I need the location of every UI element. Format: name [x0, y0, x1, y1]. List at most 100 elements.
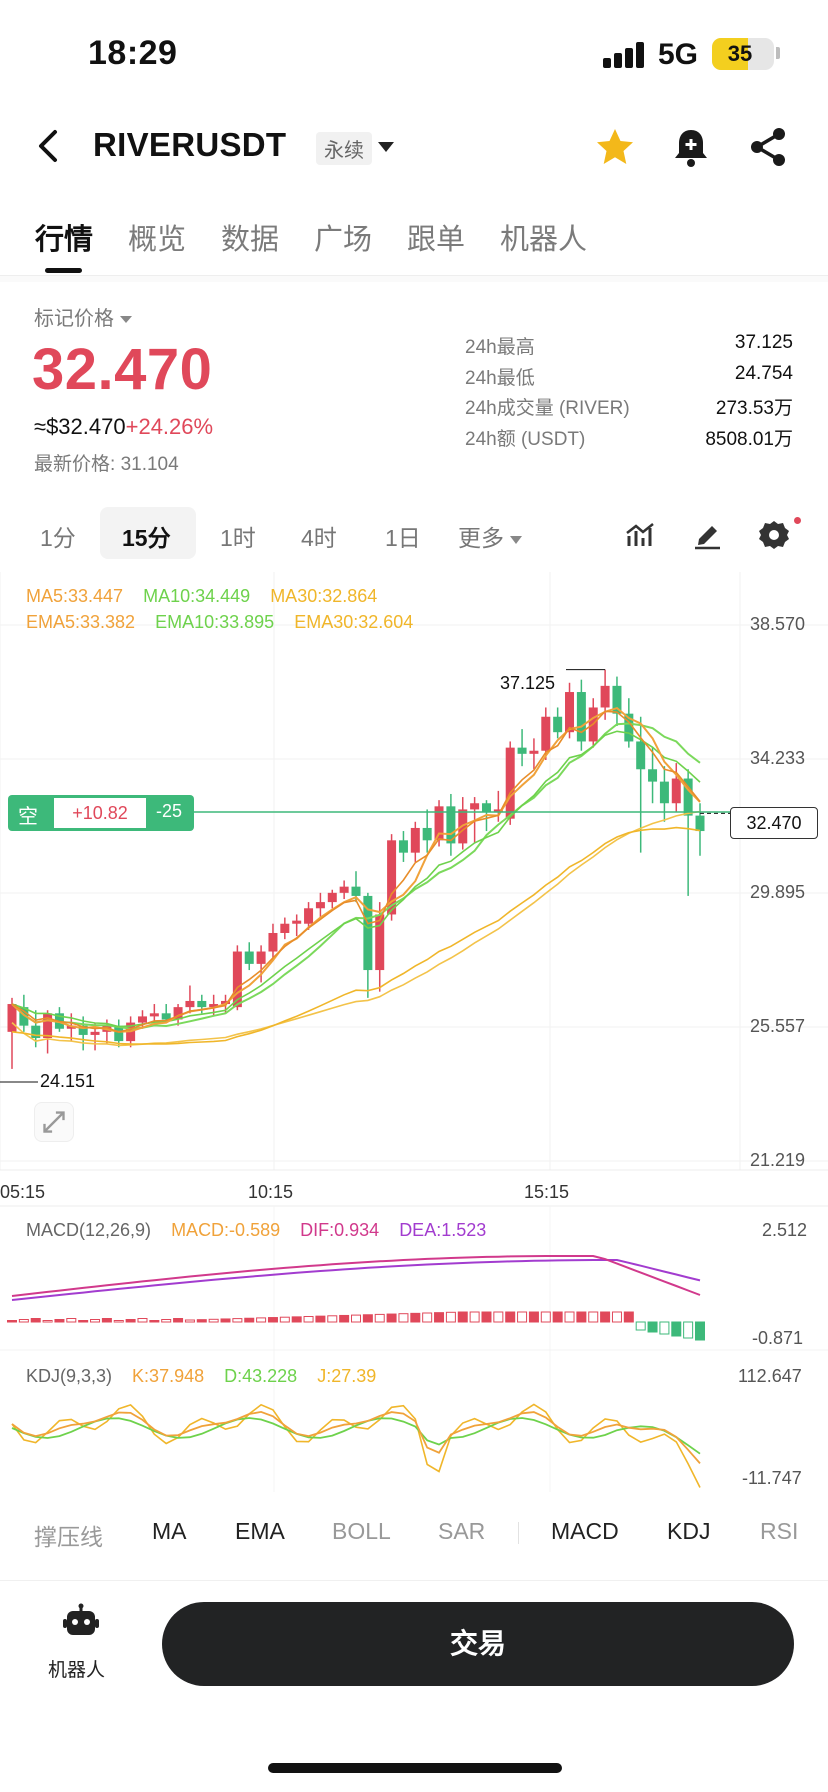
price-axis-label: 34.233 [750, 748, 806, 768]
candle-body [695, 815, 705, 832]
more-caret-icon [510, 535, 522, 544]
candle-body [600, 685, 610, 708]
tab-data[interactable]: 数据 [221, 216, 279, 258]
macd-bar [220, 1318, 231, 1323]
position-tag[interactable]: 空 +10.82 -25 [8, 795, 194, 831]
stat-label: 24h最高 [465, 337, 535, 358]
candle-body [565, 692, 575, 733]
symbol-dropdown-icon[interactable] [378, 142, 394, 152]
signal-icon [603, 42, 645, 68]
macd-bar [374, 1313, 385, 1323]
interval-1h[interactable]: 1时 [220, 519, 256, 553]
position-pnl: +10.82 [54, 798, 146, 828]
time-axis-label: 10:15 [248, 1182, 294, 1202]
mark-price-selector[interactable]: 标记价格 [34, 302, 132, 331]
expand-icon[interactable] [34, 1102, 74, 1142]
candle-body [398, 840, 408, 853]
favorite-star-icon[interactable] [594, 126, 636, 168]
macd-bar [256, 1317, 267, 1323]
macd-bar [398, 1313, 409, 1323]
indicator-boll[interactable]: BOLL [332, 1518, 391, 1545]
interval-more[interactable]: 更多 [458, 519, 522, 553]
macd-bar [101, 1318, 112, 1323]
tab-copy-trading[interactable]: 跟单 [407, 216, 465, 258]
indicator-sar[interactable]: SAR [438, 1518, 485, 1545]
tab-square[interactable]: 广场 [314, 216, 372, 258]
indicator-ema[interactable]: EMA [235, 1518, 285, 1545]
candle-body [327, 892, 337, 903]
candle-body [339, 886, 349, 893]
tab-bots[interactable]: 机器人 [500, 216, 587, 258]
macd-title: MACD(12,26,9) [26, 1220, 152, 1240]
macd-bar [564, 1311, 575, 1323]
candle-body [470, 803, 480, 810]
macd-bar [161, 1319, 172, 1323]
d-value: D:43.228 [224, 1366, 298, 1386]
indicator-ma[interactable]: MA [152, 1518, 187, 1545]
robot-icon[interactable] [62, 1603, 100, 1639]
tab-market[interactable]: 行情 [35, 216, 93, 258]
macd-bar [78, 1320, 89, 1323]
indicator-kdj[interactable]: KDJ [667, 1518, 710, 1545]
active-tab-indicator [45, 268, 82, 273]
contract-type-badge[interactable]: 永续 [316, 132, 372, 165]
interval-4h[interactable]: 4时 [301, 519, 337, 553]
mark-price-value: 32.470 [32, 337, 213, 402]
usd-price: ≈$32.470 [34, 414, 126, 439]
status-bar: 18:29 5G 35 [0, 0, 828, 108]
candlestick-chart[interactable] [0, 572, 828, 1492]
ema30-value: EMA30:32.604 [294, 612, 414, 632]
back-icon[interactable] [30, 126, 70, 166]
settings-gear-icon[interactable] [758, 519, 790, 551]
dea-line [11, 1259, 701, 1301]
price-axis-label: 38.570 [750, 614, 806, 634]
share-icon[interactable] [748, 126, 788, 168]
macd-bar [635, 1321, 646, 1331]
dif-value: DIF:0.934 [300, 1220, 380, 1240]
interval-15m[interactable]: 15分 [122, 519, 171, 553]
status-time: 18:29 [88, 34, 178, 72]
usd-price-line: ≈$32.470+24.26% [34, 414, 213, 440]
dea-value: DEA:1.523 [399, 1220, 487, 1240]
stat-value: 37.125 [734, 332, 793, 353]
macd-bar [303, 1316, 314, 1323]
macd-bar [149, 1320, 160, 1323]
candle-body [43, 1013, 53, 1039]
macd-bar [196, 1319, 207, 1323]
indicator-macd[interactable]: MACD [551, 1518, 619, 1545]
macd-bar [493, 1311, 504, 1323]
macd-bar [647, 1321, 658, 1333]
ema30-line [11, 826, 701, 1045]
candle-body [351, 886, 361, 896]
symbol-title[interactable]: RIVERUSDT [93, 126, 286, 164]
robot-label[interactable]: 机器人 [48, 1655, 105, 1682]
macd-bar [611, 1311, 622, 1323]
stat-label: 24h额 (USDT) [465, 428, 586, 450]
macd-bar [576, 1311, 587, 1323]
candle-body [90, 1031, 100, 1035]
candle-body [505, 747, 515, 819]
trade-button[interactable]: 交易 [162, 1602, 794, 1686]
tab-overview[interactable]: 概览 [128, 216, 186, 258]
chart-area[interactable]: MA5:33.447 MA10:34.449 MA30:32.864 EMA5:… [0, 572, 828, 1492]
interval-1d[interactable]: 1日 [385, 519, 421, 553]
indicator-support-resistance[interactable]: 撑压线 [34, 1518, 103, 1552]
candle-body [422, 827, 432, 841]
bell-icon[interactable] [671, 126, 711, 168]
stat-row-turnover: 24h额 (USDT) 8508.01万 [465, 424, 793, 455]
interval-1m[interactable]: 1分 [40, 519, 76, 553]
low-marker-label: 24.151 [40, 1071, 96, 1091]
main-tabs: 行情 概览 数据 广场 跟单 机器人 [0, 206, 828, 276]
macd-bar [469, 1311, 480, 1323]
candle-body [517, 747, 527, 754]
macd-bar [113, 1320, 124, 1323]
k-value: K:37.948 [132, 1366, 205, 1386]
kdj-axis-top: 112.647 [738, 1366, 802, 1386]
indicator-tool-icon[interactable] [624, 519, 656, 551]
ma10-value: MA10:34.449 [143, 586, 251, 606]
battery-icon: 35 [712, 38, 774, 70]
indicator-rsi[interactable]: RSI [760, 1518, 798, 1545]
candle-body [553, 716, 563, 733]
candle-body [671, 778, 681, 804]
draw-tool-icon[interactable] [691, 519, 723, 551]
